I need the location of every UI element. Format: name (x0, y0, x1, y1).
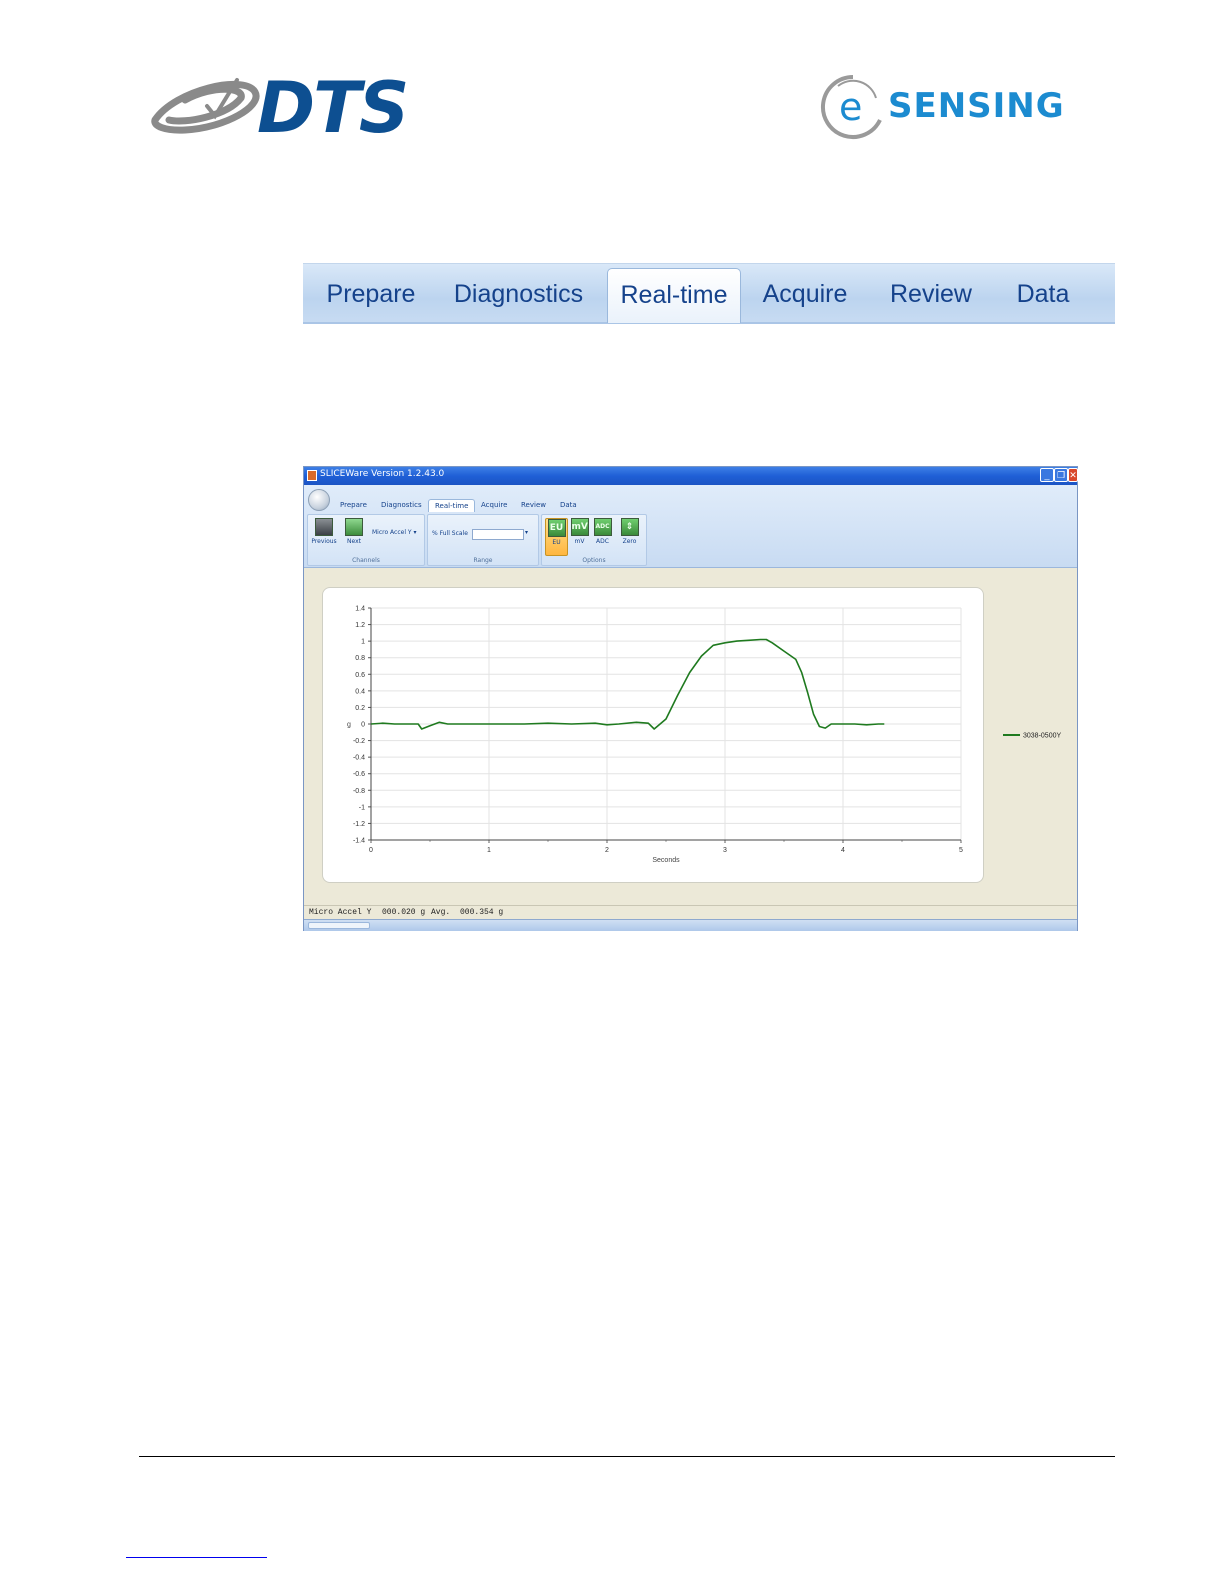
y-tick-label: -0.4 (353, 755, 365, 762)
ribbon-tab-acquire[interactable]: Acquire (481, 499, 507, 511)
big-tab-prepare[interactable]: Prepare (321, 268, 421, 320)
x-tick-label: 5 (959, 847, 963, 854)
y-tick-label: -1.4 (353, 838, 365, 845)
mv-icon: mV (570, 518, 589, 536)
big-tab-review[interactable]: Review (885, 268, 977, 320)
y-tick-label: 1.4 (355, 606, 365, 613)
ribbon-tab-data[interactable]: Data (560, 499, 577, 511)
previous-arrow-icon (315, 518, 333, 536)
previous-label: Previous (311, 538, 337, 545)
x-tick-label: 1 (487, 847, 491, 854)
options-group: EU EU mV mV ADC ADC ⇕ Zero Options (541, 514, 647, 566)
esensing-wordmark: SENSING (888, 86, 1065, 126)
channel-select[interactable]: Micro Accel Y ▾ (372, 529, 424, 536)
y-tick-label: 0 (361, 722, 365, 729)
ribbon-tab-diagnostics[interactable]: Diagnostics (381, 499, 422, 511)
y-tick-label: -0.8 (353, 788, 365, 795)
title-bar: SLICEWare Version 1.2.43.0 _ ❐ ✕ (304, 467, 1078, 485)
full-scale-input[interactable] (472, 529, 524, 540)
legend-label: 3038-0500Y (1023, 733, 1061, 740)
channel-select-value: Micro Accel Y (372, 529, 412, 536)
zero-icon: ⇕ (620, 518, 639, 536)
status-avg-label: Avg. (431, 908, 451, 917)
series-line-3038-0500Y (370, 638, 885, 730)
big-tab-data[interactable]: Data (1008, 268, 1078, 320)
eu-icon: EU (547, 519, 566, 537)
x-tick-label: 4 (841, 847, 845, 854)
chart-panel: 1.4 1.2 1 0.8 0.6 0.4 0.2 0 -0.2 -0.4 -0.6 -0.8 -1 -1… (322, 587, 1061, 883)
mv-button[interactable]: mV mV (569, 518, 590, 545)
realtime-chart: 1.4 1.2 1 0.8 0.6 0.4 0.2 0 -0.2 -0.4 -0.6 -0.8 -1 -1… (347, 606, 1061, 865)
status-channel: Micro Accel Y (309, 908, 372, 917)
options-group-label: Options (582, 557, 606, 564)
status-avg-value: 000.354 g (460, 908, 504, 917)
large-tab-strip: Prepare Diagnostics Real-time Acquire Re… (303, 263, 1115, 324)
channels-group: Previous Next Micro Accel Y ▾ Channels (307, 514, 425, 566)
big-tab-real-time[interactable]: Real-time (607, 268, 741, 323)
eu-label: EU (552, 539, 561, 546)
ribbon-tab-real-time[interactable]: Real-time (428, 499, 476, 512)
eu-button[interactable]: EU EU (545, 518, 568, 556)
status-bar: Micro Accel Y 000.020 g Avg. 000.354 g (304, 905, 1077, 920)
esensing-e-letter: e (839, 85, 862, 129)
dts-logo: DTS (145, 68, 430, 148)
ribbon: Prepare Diagnostics Real-time Acquire Re… (304, 485, 1077, 568)
footer-divider (139, 1456, 1115, 1457)
next-arrow-icon (345, 518, 363, 536)
channels-group-label: Channels (352, 557, 380, 564)
y-tick-label: -1 (359, 804, 365, 811)
app-icon (307, 470, 317, 481)
application-orb-icon[interactable] (308, 489, 330, 511)
y-tick-label: 0.8 (355, 655, 365, 662)
restore-icon[interactable]: ❐ (1054, 468, 1068, 482)
bottom-bar (304, 919, 1077, 931)
window-title: SLICEWare Version 1.2.43.0 (320, 469, 445, 479)
y-tick-label: 1 (361, 639, 365, 646)
range-group: % Full Scale ▾ Range (427, 514, 539, 566)
y-axis-label: g (347, 722, 351, 729)
dts-wordmark: DTS (257, 67, 409, 149)
mv-label: mV (574, 538, 585, 545)
x-tick-label: 3 (723, 847, 727, 854)
y-tick-label: -0.6 (353, 771, 365, 778)
minimize-icon[interactable]: _ (1040, 468, 1054, 482)
y-tick-label: -1.2 (353, 821, 365, 828)
next-label: Next (347, 538, 361, 545)
big-tab-diagnostics[interactable]: Diagnostics (451, 268, 586, 320)
full-scale-label: % Full Scale (432, 530, 468, 537)
ribbon-tab-review[interactable]: Review (521, 499, 546, 511)
adc-icon: ADC (593, 518, 612, 536)
footer-link-underline[interactable] (126, 1545, 267, 1558)
y-tick-label: 0.2 (355, 705, 365, 712)
y-tick-label: 0.6 (355, 672, 365, 679)
sliceware-window: SLICEWare Version 1.2.43.0 _ ❐ ✕ Prepare… (303, 466, 1078, 931)
range-dropdown-icon[interactable]: ▾ (525, 529, 528, 536)
x-axis-label: Seconds (652, 857, 680, 864)
chevron-down-icon: ▾ (413, 529, 417, 536)
big-tab-acquire[interactable]: Acquire (759, 268, 851, 320)
x-tick-label: 2 (605, 847, 609, 854)
status-value: 000.020 g (382, 908, 426, 917)
close-icon[interactable]: ✕ (1068, 468, 1078, 482)
horizontal-scrollbar[interactable] (308, 922, 370, 929)
zero-label: Zero (622, 538, 637, 545)
range-group-label: Range (473, 557, 493, 564)
x-tick-label: 0 (369, 847, 373, 854)
adc-label: ADC (596, 538, 609, 545)
esensing-logo: e SENSING (818, 72, 1118, 142)
y-tick-label: 0.4 (355, 688, 365, 695)
y-tick-label: 1.2 (355, 622, 365, 629)
previous-button[interactable]: Previous (311, 518, 337, 545)
zero-button[interactable]: ⇕ Zero (619, 518, 640, 545)
next-button[interactable]: Next (343, 518, 365, 545)
ribbon-tab-prepare[interactable]: Prepare (340, 499, 367, 511)
adc-button[interactable]: ADC ADC (592, 518, 613, 545)
y-tick-label: -0.2 (353, 738, 365, 745)
esensing-ring-icon: e (820, 75, 882, 139)
